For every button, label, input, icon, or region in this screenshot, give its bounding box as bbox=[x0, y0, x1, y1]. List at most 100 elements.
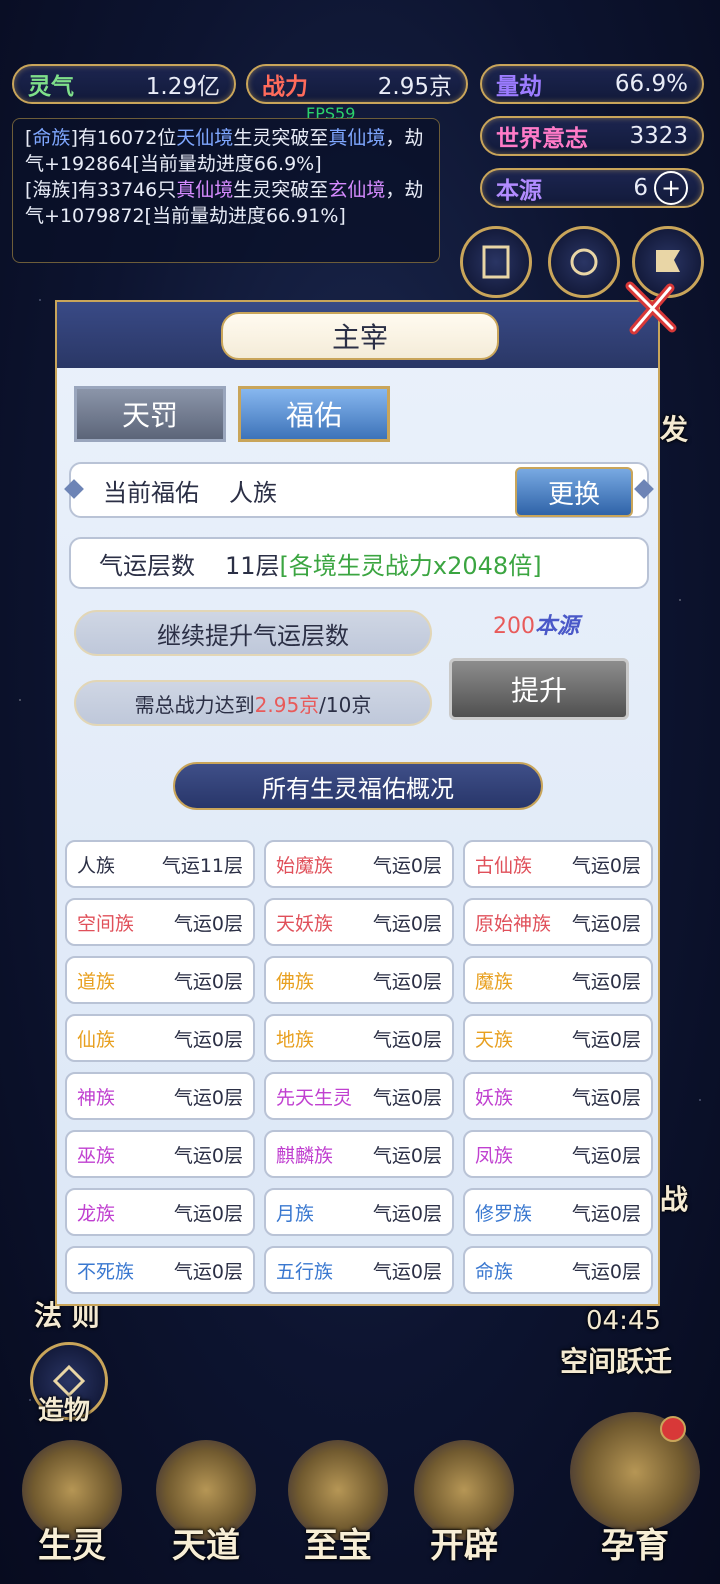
race-luck: 气运0层 bbox=[571, 1260, 641, 1283]
close-icon[interactable] bbox=[620, 278, 682, 340]
race-name: 佛族 bbox=[276, 970, 315, 993]
stat-liangjie-value: 66.9% bbox=[614, 71, 688, 97]
diamond-left-icon bbox=[64, 479, 84, 499]
log-line-1: [命族]有16072位天仙境生灵突破至真仙境，劫气+192864[当前量劫进度6… bbox=[25, 127, 424, 175]
race-cell[interactable]: 空间族 气运0层 bbox=[65, 898, 255, 946]
race-cell[interactable]: 道族 气运0层 bbox=[65, 956, 255, 1004]
side-label-zhan[interactable]: 战 bbox=[660, 1178, 688, 1218]
timer-label: 04:45 bbox=[586, 1306, 661, 1336]
event-log: [命族]有16072位天仙境生灵突破至真仙境，劫气+192864[当前量劫进度6… bbox=[12, 118, 440, 263]
race-luck: 气运0层 bbox=[173, 1202, 243, 1225]
requirement-pill: 需总战力达到 2.95京/10京 bbox=[74, 680, 432, 726]
nav-zhibao-label: 至宝 bbox=[304, 1526, 372, 1566]
race-luck: 气运0层 bbox=[372, 912, 442, 935]
stat-shijie[interactable]: 世界意志 3323 bbox=[480, 116, 704, 156]
luck-layers-label: 气运层数 bbox=[99, 551, 195, 580]
stat-lingqi-value: 1.29亿 bbox=[145, 74, 220, 100]
race-cell[interactable]: 妖族 气运0层 bbox=[463, 1072, 653, 1120]
race-cell[interactable]: 月族 气运0层 bbox=[264, 1188, 454, 1236]
race-luck: 气运0层 bbox=[173, 1028, 243, 1051]
race-name: 凤族 bbox=[475, 1144, 514, 1167]
cards-icon-button[interactable] bbox=[460, 226, 532, 298]
cards-icon bbox=[482, 245, 510, 279]
nav-tiandao-label: 天道 bbox=[172, 1526, 240, 1566]
upgrade-button[interactable]: 提升 bbox=[449, 658, 629, 720]
stat-zhanli-label: 战力 bbox=[262, 74, 308, 100]
tab-punishment[interactable]: 天罚 bbox=[74, 386, 226, 442]
race-luck: 气运0层 bbox=[372, 1144, 442, 1167]
space-jump-button[interactable]: 空间跃迁 bbox=[560, 1340, 672, 1380]
race-luck: 气运0层 bbox=[173, 970, 243, 993]
race-cell[interactable]: 人族 气运11层 bbox=[65, 840, 255, 888]
race-name: 麒麟族 bbox=[276, 1144, 334, 1167]
stat-liangjie[interactable]: 量劫 66.9% bbox=[480, 64, 704, 104]
race-cell[interactable]: 原始神族 气运0层 bbox=[463, 898, 653, 946]
change-button[interactable]: 更换 bbox=[515, 467, 633, 517]
race-cell[interactable]: 凤族 气运0层 bbox=[463, 1130, 653, 1178]
notification-dot bbox=[660, 1416, 686, 1442]
race-cell[interactable]: 不死族 气运0层 bbox=[65, 1246, 255, 1294]
log-line-2: [海族]有33746只真仙境生灵突破至玄仙境，劫气+1079872[当前量劫进度… bbox=[25, 179, 424, 227]
race-cell[interactable]: 地族 气运0层 bbox=[264, 1014, 454, 1062]
race-name: 命族 bbox=[475, 1260, 514, 1283]
luck-layers-bar: 气运层数 11层 [各境生灵战力x2048倍] bbox=[69, 537, 649, 589]
race-name: 原始神族 bbox=[475, 912, 552, 935]
race-grid: 人族 气运11层 始魔族 气运0层 古仙族 气运0层 空间族 气运0层 天妖族 气运0层 原始神族气… bbox=[65, 840, 653, 1294]
add-benyuan-button[interactable]: + bbox=[654, 171, 688, 205]
race-cell[interactable]: 修罗族 气运0层 bbox=[463, 1188, 653, 1236]
stat-benyuan-value: 6 bbox=[633, 175, 648, 201]
race-cell[interactable]: 古仙族 气运0层 bbox=[463, 840, 653, 888]
race-name: 不死族 bbox=[77, 1260, 135, 1283]
race-luck: 气运0层 bbox=[571, 854, 641, 877]
nav-zhibao[interactable]: 至宝 bbox=[278, 1440, 398, 1570]
race-name: 魔族 bbox=[475, 970, 514, 993]
race-cell[interactable]: 五行族 气运0层 bbox=[264, 1246, 454, 1294]
stat-lingqi: 灵气 1.29亿 bbox=[12, 64, 236, 104]
bottom-nav: 生灵 天道 至宝 开辟 孕育 bbox=[0, 1412, 720, 1584]
nav-yunyu[interactable]: 孕育 bbox=[560, 1412, 710, 1570]
race-luck: 气运0层 bbox=[173, 1144, 243, 1167]
race-cell[interactable]: 命族 气运0层 bbox=[463, 1246, 653, 1294]
stat-liangjie-label: 量劫 bbox=[496, 74, 542, 100]
requirement-prefix: 需总战力达到 bbox=[134, 692, 255, 717]
race-cell[interactable]: 魔族 气运0层 bbox=[463, 956, 653, 1004]
race-luck: 气运0层 bbox=[372, 1086, 442, 1109]
race-cell[interactable]: 神族 气运0层 bbox=[65, 1072, 255, 1120]
race-cell[interactable]: 佛族 气运0层 bbox=[264, 956, 454, 1004]
race-luck: 气运0层 bbox=[571, 1144, 641, 1167]
race-cell[interactable]: 天族 气运0层 bbox=[463, 1014, 653, 1062]
race-cell[interactable]: 仙族 气运0层 bbox=[65, 1014, 255, 1062]
race-cell[interactable]: 先天生灵 气运0层 bbox=[264, 1072, 454, 1120]
stat-shijie-value: 3323 bbox=[629, 123, 688, 149]
portal-icon-button[interactable] bbox=[548, 226, 620, 298]
race-name: 地族 bbox=[276, 1028, 315, 1051]
stat-zhanli: 战力 2.95京 bbox=[246, 64, 468, 104]
create-label: 造物 bbox=[38, 1396, 91, 1426]
race-cell[interactable]: 麒麟族 气运0层 bbox=[264, 1130, 454, 1178]
race-cell[interactable]: 巫族 气运0层 bbox=[65, 1130, 255, 1178]
current-blessing-bar: 当前福佑 人族 更换 bbox=[64, 462, 654, 518]
race-luck: 气运0层 bbox=[372, 1260, 442, 1283]
nav-tiandao[interactable]: 天道 bbox=[146, 1440, 266, 1570]
cost-unit: 本源 bbox=[535, 614, 580, 639]
luck-layers-value: 11层 bbox=[225, 551, 280, 580]
upgrade-cost: 200本源 bbox=[493, 608, 579, 640]
race-name: 先天生灵 bbox=[276, 1086, 353, 1109]
current-blessing-value: 人族 bbox=[229, 478, 277, 507]
side-label-fa[interactable]: 发 bbox=[660, 408, 688, 448]
race-luck: 气运0层 bbox=[372, 1202, 442, 1225]
luck-bonus-text: [各境生灵战力x2048倍] bbox=[279, 551, 542, 580]
race-cell[interactable]: 天妖族 气运0层 bbox=[264, 898, 454, 946]
overview-title: 所有生灵福佑概况 bbox=[173, 762, 543, 810]
stat-benyuan: 本源 6 + bbox=[480, 168, 704, 208]
tab-blessing[interactable]: 福佑 bbox=[238, 386, 390, 442]
race-cell[interactable]: 龙族 气运0层 bbox=[65, 1188, 255, 1236]
race-luck: 气运0层 bbox=[571, 912, 641, 935]
cost-value: 200 bbox=[493, 614, 535, 639]
race-cell[interactable]: 始魔族 气运0层 bbox=[264, 840, 454, 888]
nav-shengling[interactable]: 生灵 bbox=[12, 1440, 132, 1570]
nav-yunyu-label: 孕育 bbox=[601, 1526, 669, 1566]
nav-kaipi[interactable]: 开辟 bbox=[404, 1440, 524, 1570]
race-name: 五行族 bbox=[276, 1260, 334, 1283]
nav-shengling-label: 生灵 bbox=[38, 1526, 106, 1566]
